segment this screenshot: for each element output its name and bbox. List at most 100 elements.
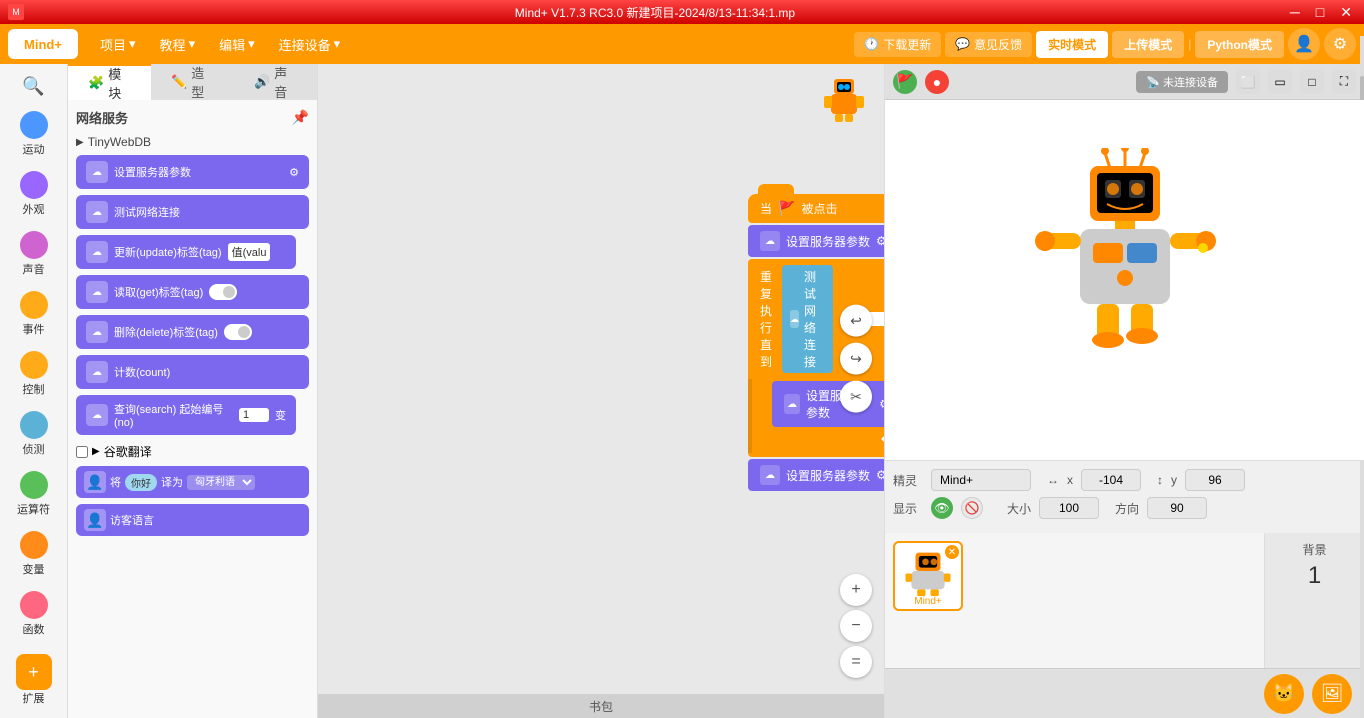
stage-view-fullscreen[interactable]: ⛶: [1332, 70, 1356, 94]
block-set-server-params[interactable]: ☁ 设置服务器参数 ⚙: [76, 155, 309, 189]
stage-header: 🚩 ● 📡 未连接设备 ⬜ ▭ □ ⛶: [885, 64, 1364, 100]
maximize-button[interactable]: □: [1312, 4, 1328, 21]
canvas-set-server-1[interactable]: ☁ 设置服务器参数 ⚙: [748, 225, 884, 257]
app-logo: Mind+: [8, 29, 78, 59]
tab-blocks[interactable]: 🧩 模块: [68, 64, 151, 100]
show-visible-button[interactable]: 👁: [931, 497, 953, 519]
connect-device-button[interactable]: 📡 未连接设备: [1136, 71, 1228, 93]
gear-icon-cv1: ⚙: [876, 234, 884, 248]
sprite-item-mindplus[interactable]: ✕ Mind+: [893, 541, 963, 611]
window-title: Mind+ V1.7.3 RC3.0 新建项目-2024/8/13-11:34:…: [24, 4, 1286, 21]
show-hidden-button[interactable]: 🚫: [961, 497, 983, 519]
add-background-button[interactable]: 🖼: [1312, 674, 1352, 714]
stage-view-large[interactable]: □: [1300, 70, 1324, 94]
menu-item-project[interactable]: 项目▾: [90, 31, 146, 58]
stop-button[interactable]: ●: [925, 70, 949, 94]
canvas-hat-block[interactable]: 当 🚩 被点击: [748, 194, 884, 223]
category-item-events[interactable]: 事件: [16, 287, 52, 341]
tab-sound[interactable]: 🔊 声音: [234, 64, 317, 100]
stage-view-small[interactable]: ▭: [1268, 70, 1292, 94]
cloud-icon-cv-n1: ☁: [784, 394, 800, 414]
block-read-tag[interactable]: ☁ 读取(get)标签(tag): [76, 275, 309, 309]
stage-view-normal[interactable]: ⬜: [1236, 70, 1260, 94]
cloud-icon-2: ☁: [86, 201, 108, 223]
sprite-direction-input[interactable]: [1147, 497, 1207, 519]
translate-text[interactable]: 你好: [125, 474, 157, 491]
category-item-control[interactable]: 控制: [16, 347, 52, 401]
gear-icon-cv-final: ⚙: [876, 468, 884, 482]
menu-item-connect[interactable]: 连接设备▾: [269, 31, 351, 58]
stage-robot-character: [1025, 148, 1225, 368]
toggle-delete[interactable]: [224, 324, 252, 340]
category-item-operator[interactable]: 运算符: [13, 467, 54, 521]
category-item-function[interactable]: 函数: [16, 587, 52, 641]
operator-dot: [20, 471, 48, 499]
canvas-area[interactable]: 当 🚩 被点击 ☁ 设置服务器参数 ⚙ 重复执行直到 ☁ 测试网络连接: [318, 64, 884, 718]
undo-button[interactable]: ↩: [840, 305, 872, 337]
section-tinywebdb[interactable]: ▶ TinyWebDB: [76, 135, 309, 149]
upload-mode-button[interactable]: 上传模式: [1112, 31, 1184, 58]
title-bar: M Mind+ V1.7.3 RC3.0 新建项目-2024/8/13-11:3…: [0, 0, 1364, 24]
zoom-in-button[interactable]: +: [840, 574, 872, 606]
language-select[interactable]: 匈牙利语: [187, 475, 255, 490]
main-area: 🔍 运动 外观 声音 事件 控制 侦测 运算符: [0, 64, 1364, 718]
block-search[interactable]: ☁ 查询(search) 起始编号(no) 1 变: [76, 395, 309, 435]
minimize-button[interactable]: ─: [1286, 4, 1304, 21]
category-item-motion[interactable]: 运动: [16, 107, 52, 161]
green-flag-button[interactable]: 🚩: [893, 70, 917, 94]
block-translate[interactable]: 👤 将 你好 译为 匈牙利语: [76, 466, 309, 498]
motion-dot: [20, 111, 48, 139]
feedback-button[interactable]: 💬 意见反馈: [945, 32, 1032, 57]
settings-icon[interactable]: ⚙: [1324, 28, 1356, 60]
sprite-x-input[interactable]: [1081, 469, 1141, 491]
add-sprite-button[interactable]: 🐱: [1264, 674, 1304, 714]
canvas-when-flag-clicked[interactable]: 当 🚩 被点击: [748, 194, 884, 223]
stage-info-panel: 背景 1: [1264, 533, 1364, 668]
redo-button[interactable]: ↪: [840, 343, 872, 375]
sprite-size-input[interactable]: [1039, 497, 1099, 519]
category-item-expand[interactable]: + 扩展: [12, 650, 56, 710]
menu-item-tutorial[interactable]: 教程▾: [150, 31, 206, 58]
zoom-fit-button[interactable]: =: [840, 646, 872, 678]
cloud-icon-6: ☁: [86, 361, 108, 383]
realtime-mode-button[interactable]: 实时模式: [1036, 31, 1108, 58]
category-item-variable[interactable]: 变量: [16, 527, 52, 581]
section-arrow-translate: ▶: [92, 446, 100, 457]
zoom-out-button[interactable]: −: [840, 610, 872, 642]
block-visitor-lang[interactable]: 👤 访客语言: [76, 504, 309, 536]
category-item-sound[interactable]: 声音: [16, 227, 52, 281]
block-update-tag[interactable]: ☁ 更新(update)标签(tag) 值(valu: [76, 235, 309, 269]
window-controls: ─ □ ✕: [1286, 4, 1356, 21]
search-category[interactable]: 🔍: [18, 72, 48, 101]
avatar-icon[interactable]: 👤: [1288, 28, 1320, 60]
translate-checkbox[interactable]: [76, 446, 88, 458]
download-update-button[interactable]: 🕐 下载更新: [854, 32, 941, 57]
sprite-delete-icon[interactable]: ✕: [945, 545, 959, 559]
block-count[interactable]: ☁ 计数(count): [76, 355, 309, 389]
cloud-icon-5: ☁: [86, 321, 108, 343]
visitor-icon: 👤: [84, 509, 106, 531]
block-delete-tag[interactable]: ☁ 删除(delete)标签(tag): [76, 315, 309, 349]
logo-text: Mind+: [24, 37, 62, 52]
sprite-list: ✕ Mind+: [885, 533, 1264, 668]
menu-bar: Mind+ 项目▾ 教程▾ 编辑▾ 连接设备▾ 🕐 下载更新 💬 意见反馈 实时…: [0, 24, 1364, 64]
toggle-read[interactable]: [209, 284, 237, 300]
crop-button[interactable]: ✂: [840, 381, 872, 413]
sprite-stage-area: ✕ Mind+: [885, 533, 1364, 668]
sprite-y-input[interactable]: [1185, 469, 1245, 491]
canvas-footer: 书包: [318, 694, 884, 718]
tab-costume[interactable]: ✏️ 造型: [151, 64, 234, 100]
menu-item-edit[interactable]: 编辑▾: [209, 31, 265, 58]
detect-dot: [20, 411, 48, 439]
category-panel: 🔍 运动 外观 声音 事件 控制 侦测 运算符: [0, 64, 68, 718]
search-icon: 🔍: [22, 76, 44, 97]
block-test-network[interactable]: ☁ 测试网络连接: [76, 195, 309, 229]
pin-icon[interactable]: 📌: [292, 109, 309, 126]
close-button[interactable]: ✕: [1336, 4, 1356, 21]
sprite-name-input[interactable]: [931, 469, 1031, 491]
category-item-detect[interactable]: 侦测: [16, 407, 52, 461]
events-dot: [20, 291, 48, 319]
python-mode-button[interactable]: Python模式: [1195, 31, 1284, 58]
canvas-set-server-final[interactable]: ☁ 设置服务器参数 ⚙: [748, 459, 884, 491]
category-item-appearance[interactable]: 外观: [16, 167, 52, 221]
